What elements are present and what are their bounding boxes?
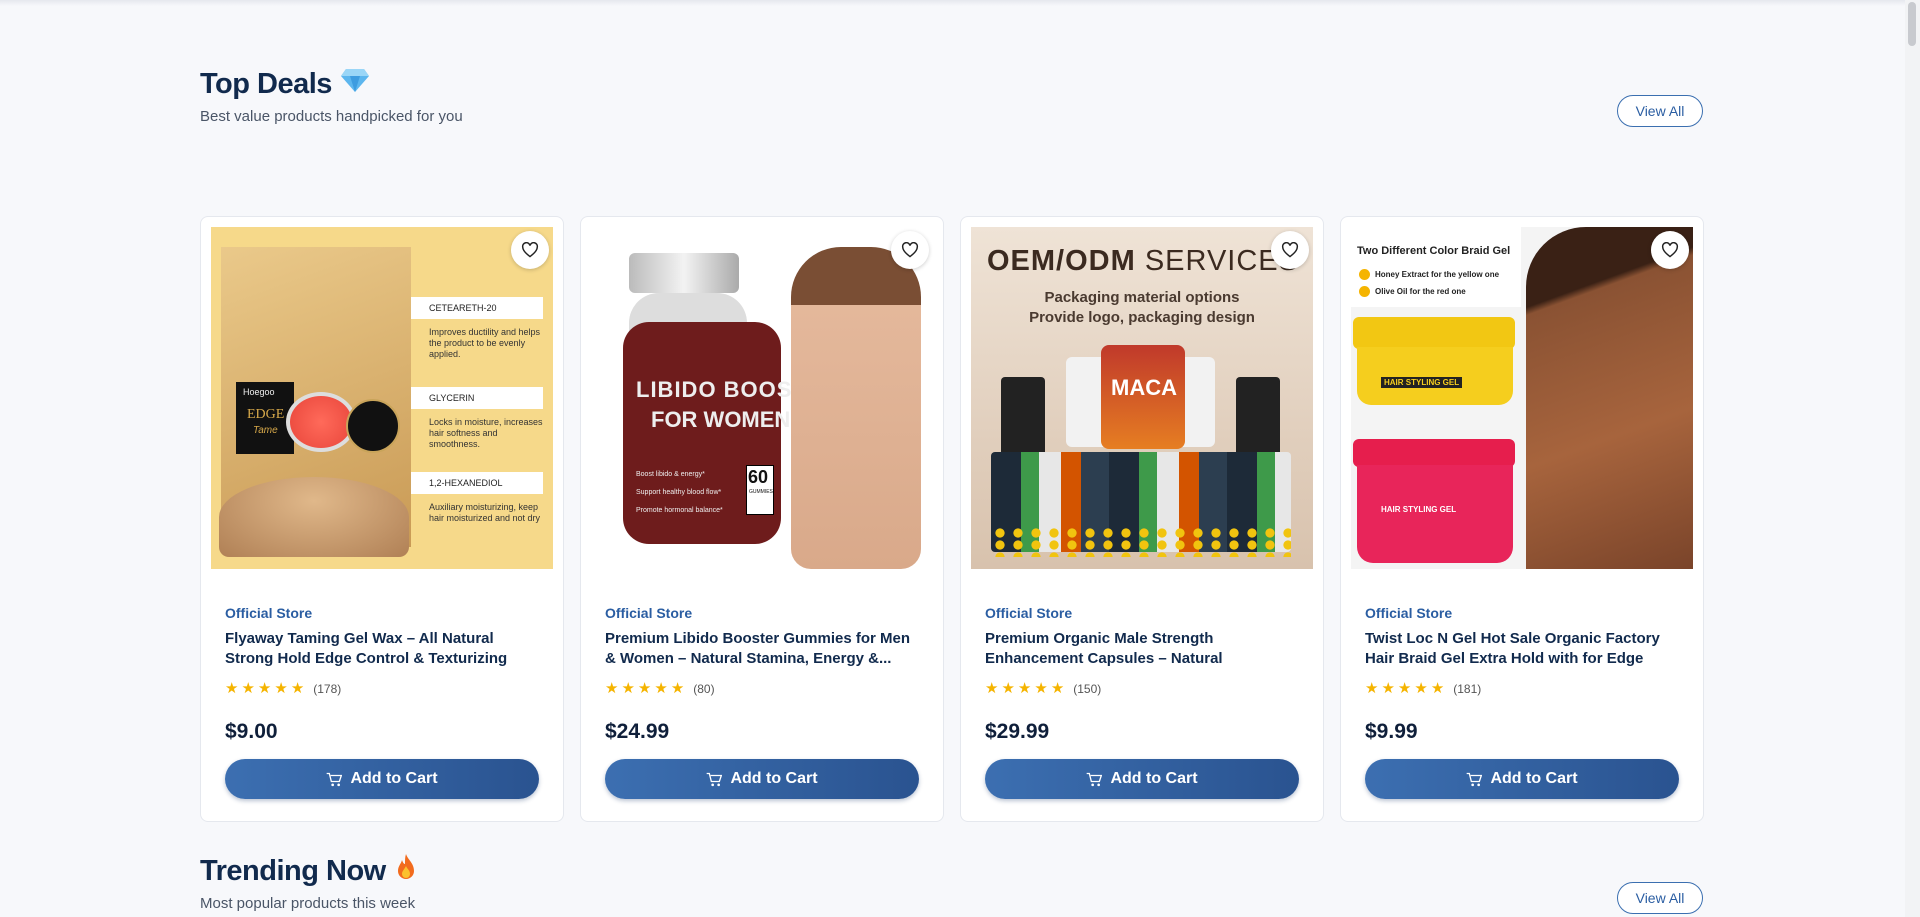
rating: ★ ★ ★ ★ ★ (80) xyxy=(605,681,919,696)
add-to-cart-label: Add to Cart xyxy=(1110,770,1198,787)
star-icon: ★ xyxy=(637,680,652,697)
star-icon: ★ xyxy=(1001,680,1015,697)
review-count: (150) xyxy=(1073,681,1102,696)
rating: ★ ★ ★ ★ ★ (178) xyxy=(225,681,539,696)
star-icon: ★ xyxy=(1430,680,1445,697)
wishlist-heart-button[interactable] xyxy=(511,231,549,269)
heart-icon xyxy=(1661,242,1679,258)
store-label: Official Store xyxy=(985,605,1073,621)
star-icon: ★ xyxy=(274,680,288,697)
page-scrollbar[interactable] xyxy=(1905,0,1920,917)
add-to-cart-label: Add to Cart xyxy=(1490,770,1578,787)
section-title: Top Deals xyxy=(200,67,332,100)
cart-icon xyxy=(1087,772,1103,786)
star-icon: ★ xyxy=(1017,680,1032,697)
product-card[interactable]: LIBIDO BOOSTER FOR WOMEN Boost libido & … xyxy=(580,216,944,822)
wishlist-heart-button[interactable] xyxy=(1651,231,1689,269)
rating: ★ ★ ★ ★ ★ (150) xyxy=(985,681,1299,696)
section-subtitle: Most popular products this week xyxy=(200,895,416,912)
cart-icon xyxy=(1467,772,1483,786)
product-image[interactable]: LIBIDO BOOSTER FOR WOMEN Boost libido & … xyxy=(591,227,933,569)
heart-icon xyxy=(521,242,539,258)
star-icon: ★ xyxy=(1365,680,1379,697)
wishlist-heart-button[interactable] xyxy=(891,231,929,269)
heart-icon xyxy=(1281,242,1299,258)
star-icon: ★ xyxy=(985,680,999,697)
trending-now-section: Trending Now Most popular products this … xyxy=(200,853,1703,914)
product-grid: Hoegoo EDGE Tame CETEARETH-20 Improves d… xyxy=(200,216,1704,822)
review-count: (80) xyxy=(693,681,715,696)
star-icon: ★ xyxy=(1034,680,1048,697)
star-icon: ★ xyxy=(670,680,685,697)
cart-icon xyxy=(327,772,343,786)
add-to-cart-button[interactable]: Add to Cart xyxy=(225,759,539,799)
store-label: Official Store xyxy=(605,605,693,621)
scrollbar-thumb[interactable] xyxy=(1908,2,1916,46)
product-image[interactable]: OEM/ODM SERVICES Packaging material opti… xyxy=(971,227,1313,569)
top-shadow xyxy=(0,0,1905,6)
star-icon: ★ xyxy=(241,680,255,697)
product-title[interactable]: Flyaway Taming Gel Wax – All Natural Str… xyxy=(225,629,539,669)
store-label: Official Store xyxy=(225,605,313,621)
diamond-icon xyxy=(340,67,370,101)
product-card[interactable]: Hoegoo EDGE Tame CETEARETH-20 Improves d… xyxy=(200,216,564,822)
star-icon: ★ xyxy=(621,680,635,697)
store-label: Official Store xyxy=(1365,605,1453,621)
product-title[interactable]: Premium Organic Male Strength Enhancemen… xyxy=(985,629,1299,669)
add-to-cart-button[interactable]: Add to Cart xyxy=(985,759,1299,799)
add-to-cart-label: Add to Cart xyxy=(730,770,818,787)
cart-icon xyxy=(707,772,723,786)
star-icon: ★ xyxy=(1414,680,1428,697)
product-card[interactable]: Two Different Color Braid Gel Honey Extr… xyxy=(1340,216,1704,822)
star-icon: ★ xyxy=(1050,680,1065,697)
wishlist-heart-button[interactable] xyxy=(1271,231,1309,269)
product-title[interactable]: Premium Libido Booster Gummies for Men &… xyxy=(605,629,919,669)
heart-icon xyxy=(901,242,919,258)
product-image[interactable]: Hoegoo EDGE Tame CETEARETH-20 Improves d… xyxy=(211,227,553,569)
review-count: (181) xyxy=(1453,681,1482,696)
review-count: (178) xyxy=(313,681,342,696)
product-image[interactable]: Two Different Color Braid Gel Honey Extr… xyxy=(1351,227,1693,569)
product-price: $24.99 xyxy=(605,720,670,743)
add-to-cart-button[interactable]: Add to Cart xyxy=(1365,759,1679,799)
star-icon: ★ xyxy=(605,680,619,697)
add-to-cart-button[interactable]: Add to Cart xyxy=(605,759,919,799)
star-icon: ★ xyxy=(1397,680,1412,697)
add-to-cart-label: Add to Cart xyxy=(350,770,438,787)
view-all-button[interactable]: View All xyxy=(1617,95,1703,127)
section-title: Trending Now xyxy=(200,854,386,887)
star-icon: ★ xyxy=(225,680,239,697)
view-all-button[interactable]: View All xyxy=(1617,882,1703,914)
star-icon: ★ xyxy=(257,680,272,697)
fire-icon xyxy=(394,853,418,889)
star-icon: ★ xyxy=(1381,680,1395,697)
rating: ★ ★ ★ ★ ★ (181) xyxy=(1365,681,1679,696)
section-subtitle: Best value products handpicked for you xyxy=(200,108,463,125)
product-price: $9.99 xyxy=(1365,720,1418,743)
star-icon: ★ xyxy=(290,680,305,697)
star-icon: ★ xyxy=(654,680,668,697)
product-price: $9.00 xyxy=(225,720,278,743)
product-price: $29.99 xyxy=(985,720,1050,743)
top-deals-section: Top Deals Best value products handpicked… xyxy=(200,66,1704,822)
product-title[interactable]: Twist Loc N Gel Hot Sale Organic Factory… xyxy=(1365,629,1679,669)
product-card[interactable]: OEM/ODM SERVICES Packaging material opti… xyxy=(960,216,1324,822)
